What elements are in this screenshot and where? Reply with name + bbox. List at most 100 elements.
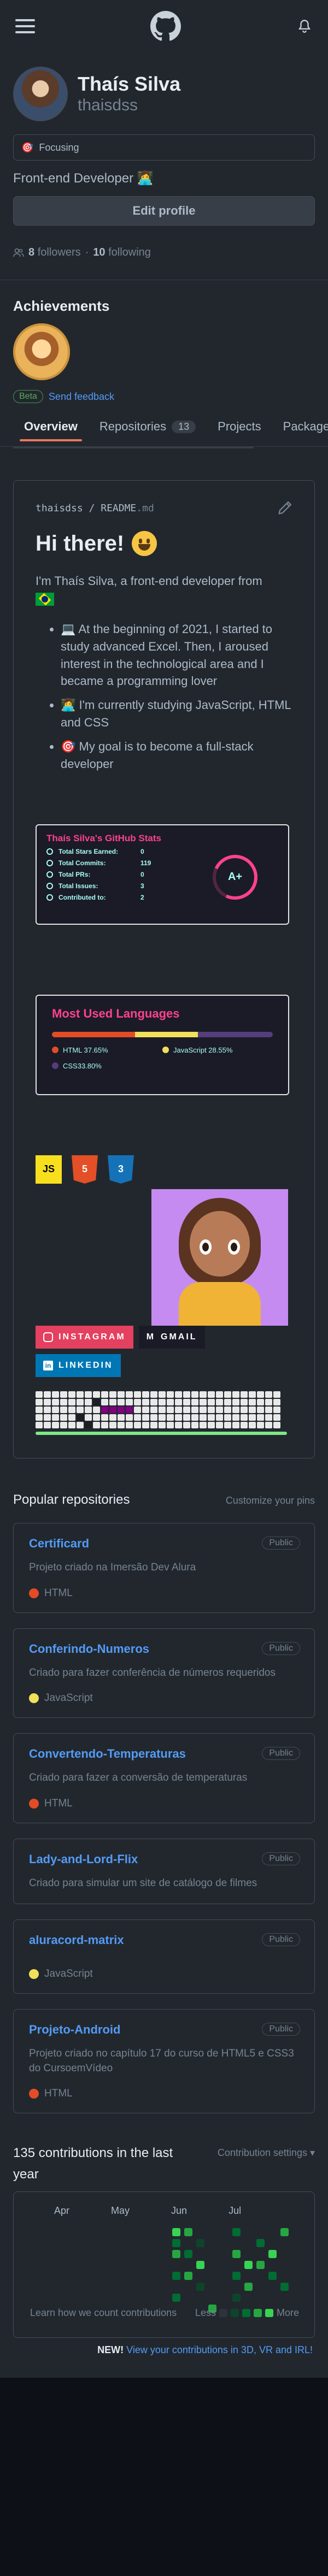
instagram-icon — [43, 1332, 53, 1342]
javascript-icon: JS — [36, 1155, 62, 1184]
readme-heading: Hi there! — [36, 531, 292, 556]
list-item: 🎯 My goal is to become a full-stack deve… — [61, 738, 292, 773]
language-bar-segment — [198, 1031, 273, 1037]
snake-cell — [68, 1414, 75, 1421]
snake-cell — [191, 1406, 198, 1413]
snake-cell — [118, 1414, 125, 1421]
repo-name-link[interactable]: Projeto-Android — [29, 2023, 120, 2036]
customize-pins-link[interactable]: Customize your pins — [226, 1495, 315, 1506]
repo-name-link[interactable]: Lady-and-Lord-Flix — [29, 1852, 138, 1866]
gmail-button[interactable]: M GMAIL — [138, 1325, 205, 1349]
avatar[interactable] — [13, 67, 68, 121]
pencil-icon[interactable] — [277, 500, 292, 516]
snake-cell — [109, 1391, 116, 1398]
repo-list: Certificard Public Projeto criado na Ime… — [0, 1522, 328, 2114]
visibility-badge: Public — [262, 1933, 300, 1947]
learn-contributions-link[interactable]: Learn how we count contributions — [30, 2307, 177, 2319]
repo-name-link[interactable]: Convertendo-Temperaturas — [29, 1747, 186, 1760]
snake-cell — [52, 1391, 59, 1398]
calendar-day — [232, 2272, 241, 2280]
snake-cell — [85, 1421, 92, 1428]
github-stats-card[interactable]: Thaís Silva's GitHub Stats Total Stars E… — [36, 824, 289, 925]
snake-cell — [200, 1414, 207, 1421]
languages-bar — [52, 1031, 273, 1037]
achievement-badge-icon[interactable] — [13, 323, 70, 380]
snake-cell — [159, 1414, 166, 1421]
top-languages-card[interactable]: Most Used Languages HTML 37.65% JavaScri… — [36, 994, 289, 1095]
snake-cell — [60, 1414, 67, 1421]
snake-cell — [52, 1414, 59, 1421]
language-dot — [52, 1047, 58, 1054]
snake-cell — [44, 1398, 51, 1405]
snake-cell — [175, 1421, 182, 1428]
snake-cell — [241, 1391, 248, 1398]
snake-cell — [52, 1421, 59, 1428]
snake-cell — [273, 1391, 280, 1398]
repo-description: Criado para fazer a conversão de tempera… — [29, 1772, 248, 1784]
snake-cell — [118, 1406, 125, 1413]
calendar-day — [196, 2283, 204, 2291]
snake-cell — [241, 1398, 248, 1405]
snake-cell — [273, 1406, 280, 1413]
tab-packages[interactable]: Packages — [272, 420, 328, 441]
snake-cell — [257, 1398, 264, 1405]
following-link[interactable]: 10 following — [93, 246, 151, 259]
readme-card: thaisdss / README.md Hi there! I'm Thaís… — [13, 480, 315, 1458]
target-emoji-icon: 🎯 — [21, 141, 34, 153]
visibility-badge: Public — [262, 1852, 300, 1865]
repo-name-link[interactable]: Conferindo-Numeros — [29, 1642, 149, 1656]
tab-repositories[interactable]: Repositories 13 — [89, 420, 207, 441]
snake-cell — [142, 1391, 149, 1398]
edit-profile-button[interactable]: Edit profile — [13, 196, 315, 226]
snake-cell — [134, 1406, 141, 1413]
tab-overview[interactable]: Overview — [13, 420, 89, 441]
linkedin-button[interactable]: in LINKEDIN — [36, 1354, 121, 1377]
snake-cell — [241, 1414, 248, 1421]
status-button[interactable]: 🎯 Focusing — [13, 134, 315, 161]
issue-icon — [46, 882, 53, 889]
tab-projects[interactable]: Projects — [207, 420, 272, 441]
snake-cell — [175, 1414, 182, 1421]
snake-cell — [183, 1414, 190, 1421]
language-dot — [52, 1062, 58, 1070]
view-3d-link[interactable]: View your contributions in 3D, VR and IR… — [126, 2344, 313, 2355]
repo-card: Convertendo-Temperaturas Public Criado p… — [13, 1733, 315, 1823]
technologist-emoji-icon: 👩‍💻 — [137, 171, 154, 186]
snake-cell — [52, 1406, 59, 1413]
snake-cell — [273, 1421, 280, 1428]
readme-user-link[interactable]: thaisdss — [36, 503, 83, 514]
snake-cell — [93, 1414, 100, 1421]
list-item: 👩‍💻 I'm currently studying JavaScript, H… — [61, 696, 292, 731]
snake-cell — [101, 1391, 108, 1398]
snake-cell — [257, 1414, 264, 1421]
followers-link[interactable]: 8 followers — [28, 246, 81, 259]
profile-tabs: Overview Repositories13 Projects Package… — [0, 420, 328, 447]
snake-cell — [232, 1406, 239, 1413]
snake-cell — [118, 1391, 125, 1398]
contribution-settings-button[interactable]: Contribution settings ▾ — [218, 2147, 315, 2185]
visibility-badge: Public — [262, 1536, 300, 1550]
bell-icon[interactable] — [296, 18, 313, 34]
language-item: CSS33.80% — [52, 1062, 162, 1070]
snake-cell — [249, 1406, 256, 1413]
hamburger-icon[interactable] — [15, 19, 35, 33]
stats-grade: A+ — [213, 854, 257, 900]
readme-bullets: 💻 At the beginning of 2021, I started to… — [61, 621, 292, 773]
snake-cell — [60, 1406, 67, 1413]
calendar-day — [196, 2261, 204, 2270]
repo-name-link[interactable]: aluracord-matrix — [29, 1933, 124, 1947]
snake-cell — [150, 1421, 157, 1428]
profile-section: Thaís Silva thaisdss 🎯 Focusing Front-en… — [0, 52, 328, 259]
send-feedback-link[interactable]: Send feedback — [49, 391, 114, 403]
popular-repos-title: Popular repositories — [13, 1492, 130, 1507]
github-logo-icon[interactable] — [150, 11, 181, 42]
visibility-badge: Public — [262, 2023, 300, 2036]
calendar-day — [280, 2228, 289, 2237]
snake-cell — [159, 1398, 166, 1405]
snake-cell — [77, 1414, 84, 1421]
snake-cell — [183, 1391, 190, 1398]
snake-cell — [60, 1391, 67, 1398]
repo-name-link[interactable]: Certificard — [29, 1537, 89, 1550]
snake-cell — [167, 1406, 174, 1413]
instagram-button[interactable]: INSTAGRAM — [36, 1325, 133, 1349]
